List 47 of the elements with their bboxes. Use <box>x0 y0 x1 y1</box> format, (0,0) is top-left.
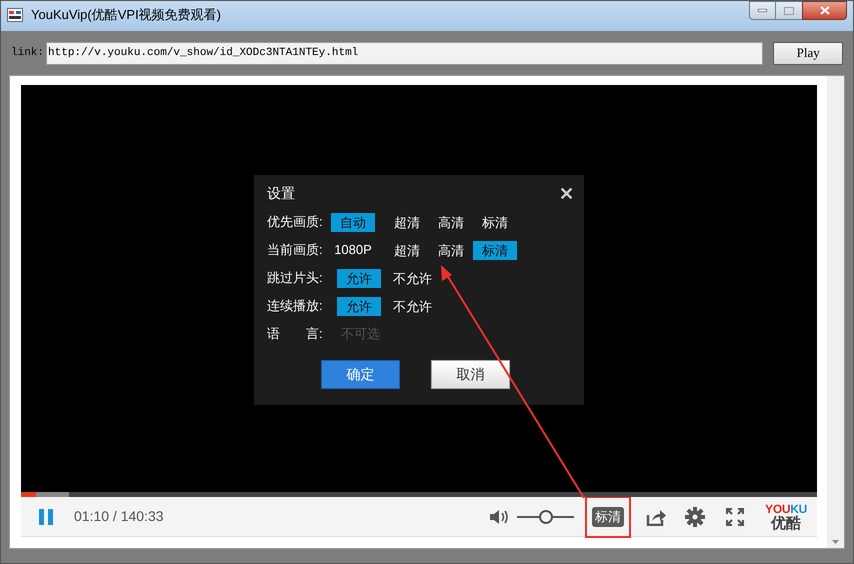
quality-button[interactable]: 标清 <box>592 506 624 526</box>
progress-track[interactable] <box>21 492 817 497</box>
fullscreen-icon[interactable] <box>726 508 744 526</box>
language-value: 不可选 <box>341 325 380 344</box>
setting-label: 跳过片头: <box>267 269 324 288</box>
volume-thumb[interactable] <box>538 510 553 524</box>
setting-label: 语 言: <box>267 325 324 344</box>
quality-option[interactable]: 允许 <box>337 268 381 288</box>
dialog-title: 设置 <box>267 184 295 203</box>
settings-icon[interactable] <box>685 506 706 526</box>
close-button[interactable]: ✕ <box>559 184 574 202</box>
maximize-icon <box>784 6 794 14</box>
logo-subtitle: 优酷 <box>771 516 802 530</box>
url-field[interactable]: http://v.youku.com/v_show/id_XODc3NTA1NTEy.html <box>46 42 764 64</box>
scrollbar[interactable] <box>827 76 844 548</box>
maximize-button[interactable] <box>776 1 802 20</box>
time-display: 01:10 / 140:33 <box>74 507 164 526</box>
app-icon <box>7 8 23 22</box>
minimize-button[interactable] <box>749 1 776 20</box>
quality-option[interactable]: 高清 <box>429 240 473 260</box>
scroll-down-icon[interactable] <box>832 540 839 544</box>
quality-option[interactable]: 不允许 <box>387 296 438 316</box>
setting-label: 当前画质: <box>267 241 324 260</box>
cancel-button[interactable]: 取消 <box>431 360 510 389</box>
link-label: link: <box>11 46 44 61</box>
quality-option[interactable]: 超清 <box>385 240 429 260</box>
minimize-icon <box>758 9 767 12</box>
pause-icon <box>39 508 53 524</box>
logo-wordmark: YOUKU <box>765 502 807 514</box>
quality-option[interactable]: 不允许 <box>387 268 438 288</box>
setting-label: 连续播放: <box>267 297 324 316</box>
quality-option[interactable]: 标清 <box>473 212 517 232</box>
quality-option[interactable]: 标清 <box>473 240 517 260</box>
quality-option[interactable]: 超清 <box>385 212 429 232</box>
close-icon <box>820 6 830 15</box>
current-quality-value: 1080P <box>333 241 373 260</box>
speaker-icon[interactable] <box>490 508 510 524</box>
pause-button[interactable] <box>38 508 54 524</box>
quality-option[interactable]: 高清 <box>429 212 473 232</box>
setting-label: 优先画质: <box>267 213 324 232</box>
share-icon[interactable] <box>646 508 666 526</box>
confirm-button[interactable]: 确定 <box>321 360 400 389</box>
play-url-button[interactable]: Play <box>773 42 843 64</box>
quality-option[interactable]: 允许 <box>337 296 381 316</box>
window-title: YouKuVip(优酷VPI视频免费观看) <box>31 6 222 24</box>
quality-option[interactable]: 自动 <box>331 212 375 232</box>
close-button[interactable] <box>802 1 847 20</box>
